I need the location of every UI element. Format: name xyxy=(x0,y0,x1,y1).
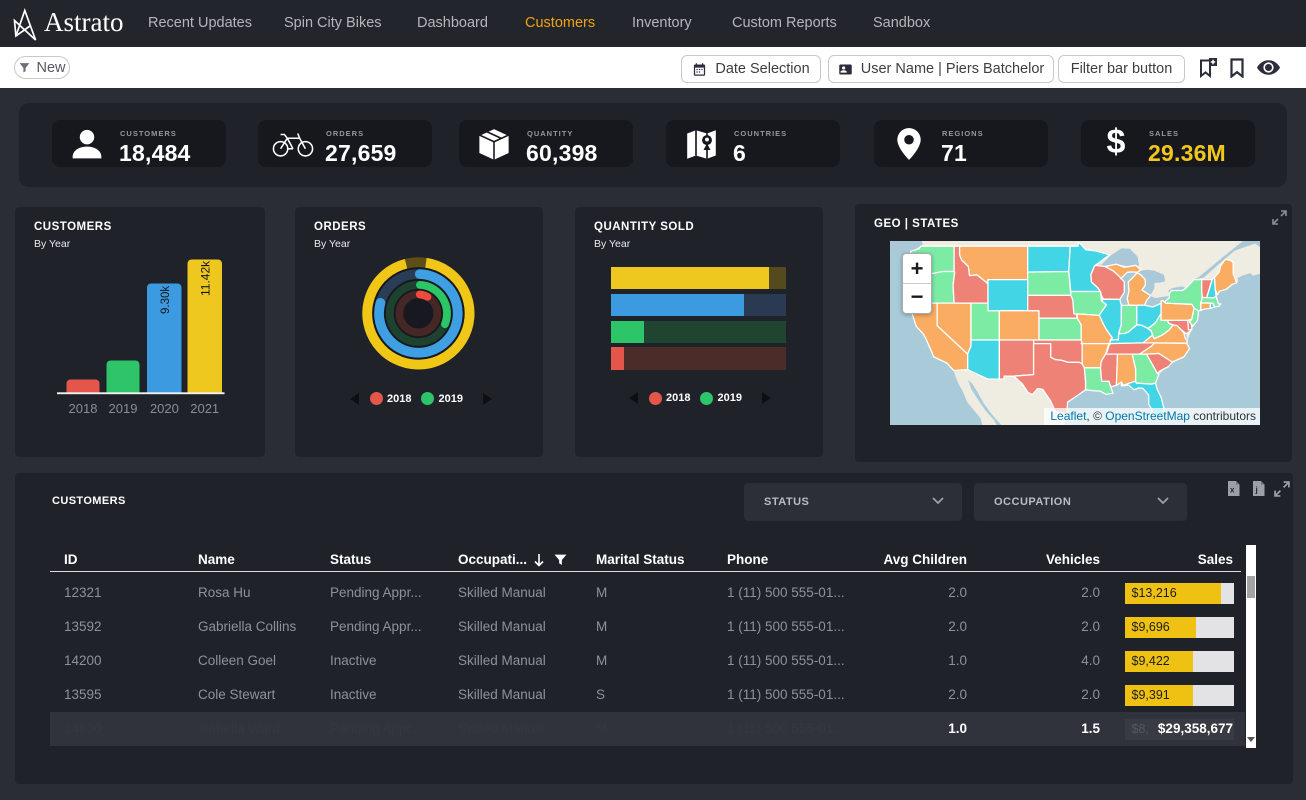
svg-text:2020: 2020 xyxy=(150,401,179,416)
svg-text:2019: 2019 xyxy=(109,401,138,416)
svg-text:x: x xyxy=(1230,486,1235,495)
svg-text:j: j xyxy=(1255,486,1258,495)
svg-text:2021: 2021 xyxy=(190,401,219,416)
svg-text:2018: 2018 xyxy=(69,401,98,416)
svg-text:11.42k: 11.42k xyxy=(199,260,213,296)
svg-text:9.30k: 9.30k xyxy=(160,286,172,314)
